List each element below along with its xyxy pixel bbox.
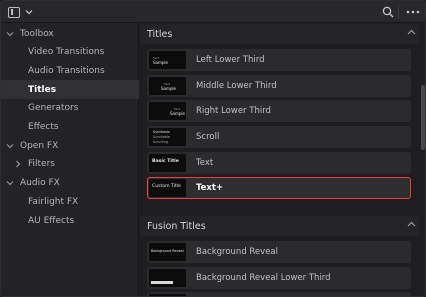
title-item-middle-lower-third[interactable]: Text Sample Middle Lower Third (147, 75, 411, 97)
title-item-text[interactable]: Basic Title Text (147, 152, 411, 174)
title-item-background-reveal-lower-third[interactable]: Background Reveal Lower Third (147, 267, 411, 289)
thumb-text: Synthesis (153, 130, 170, 134)
thumb-text: Scrolling (153, 140, 169, 144)
title-item-right-lower-third[interactable]: Text Sample Right Lower Third (147, 100, 411, 122)
sidebar-item-label: Open FX (20, 140, 59, 151)
search-icon[interactable] (381, 5, 395, 19)
sidebar-item-label: AU Effects (28, 215, 75, 226)
sidebar-item-au-effects[interactable]: AU Effects (1, 211, 139, 230)
section-title: Titles (147, 28, 173, 40)
title-item-name: Left Lower Third (196, 55, 265, 65)
sidebar-item-effects[interactable]: Effects (1, 117, 139, 136)
sidebar-item-label: Audio Transitions (28, 65, 105, 76)
thumb-text: Background Reveal (151, 249, 184, 253)
top-toolbar (1, 1, 425, 23)
toolbar-divider (398, 5, 399, 19)
title-item-partial[interactable] (147, 292, 411, 296)
title-item-left-lower-third[interactable]: Text Sample Left Lower Third (147, 49, 411, 71)
vertical-scrollbar[interactable] (419, 23, 425, 296)
chevron-down-icon[interactable] (24, 5, 34, 19)
title-thumbnail: Text Sample (149, 51, 186, 69)
title-item-name: Scroll (196, 132, 220, 142)
sidebar-item-audio-transitions[interactable]: Audio Transitions (1, 61, 139, 80)
title-item-scroll[interactable]: Synthesis Scrollable Scrolling Scroll (147, 126, 411, 148)
title-thumbnail: Synthesis Scrollable Scrolling (149, 128, 186, 146)
title-thumbnail: Basic Title (149, 154, 186, 172)
section-header-fusion-titles[interactable]: Fusion Titles (140, 216, 419, 236)
thumb-text: Sample (153, 60, 168, 65)
sidebar-item-label: Titles (28, 84, 57, 95)
title-thumbnail: Text Sample (149, 77, 186, 95)
section-title: Fusion Titles (147, 220, 206, 232)
section-header-titles[interactable]: Titles (140, 24, 419, 44)
effects-sidebar: Toolbox Video Transitions Audio Transiti… (1, 23, 139, 296)
chevron-down-icon[interactable] (6, 142, 14, 150)
thumb-text: Custom Title (152, 184, 181, 189)
sidebar-item-video-transitions[interactable]: Video Transitions (1, 42, 139, 61)
sidebar-item-generators[interactable]: Generators (1, 98, 139, 117)
title-item-name: Background Reveal Lower Third (196, 273, 331, 283)
chevron-up-icon[interactable] (407, 29, 417, 39)
sidebar-item-label: Effects (28, 121, 59, 132)
chevron-down-icon[interactable] (6, 179, 14, 187)
title-item-name: Text+ (196, 183, 224, 193)
thumb-text: Scrollable (153, 135, 171, 139)
title-thumbnail: Text Sample (149, 102, 186, 120)
title-thumbnail: Custom Title (149, 179, 186, 197)
sidebar-item-fairlight-fx[interactable]: Fairlight FX (1, 192, 139, 211)
sidebar-item-label: Fairlight FX (28, 196, 79, 207)
chevron-down-icon[interactable] (6, 30, 14, 38)
sidebar-item-label: Toolbox (20, 28, 54, 39)
sidebar-item-audio-fx[interactable]: Audio FX (1, 173, 139, 192)
title-item-name: Background Reveal (196, 247, 278, 257)
thumb-bar (151, 281, 173, 284)
title-item-text-plus[interactable]: Custom Title Text+ (147, 177, 411, 199)
title-thumbnail: Background Reveal (149, 243, 186, 261)
title-item-name: Right Lower Third (196, 106, 271, 116)
chevron-right-icon[interactable] (14, 160, 22, 168)
sidebar-item-titles[interactable]: Titles (1, 80, 139, 99)
sidebar-item-open-fx[interactable]: Open FX (1, 136, 139, 155)
chevron-up-icon[interactable] (407, 221, 417, 231)
effects-library-window: Toolbox Video Transitions Audio Transiti… (0, 0, 426, 297)
sidebar-item-toolbox[interactable]: Toolbox (1, 24, 139, 43)
sidebar-panel-icon[interactable] (7, 5, 21, 19)
more-dots-icon[interactable] (405, 5, 421, 19)
sidebar-item-filters[interactable]: Filters (1, 154, 139, 173)
titles-browser: Titles Text Sample Left Lower Third Text… (140, 23, 425, 296)
sidebar-item-label: Filters (28, 158, 55, 169)
title-thumbnail (149, 269, 186, 287)
sidebar-item-label: Video Transitions (28, 46, 105, 57)
title-item-background-reveal[interactable]: Background Reveal Background Reveal (147, 241, 411, 263)
sidebar-item-label: Generators (28, 102, 79, 113)
thumb-text: Sample (170, 111, 185, 116)
title-item-name: Text (196, 158, 214, 168)
sidebar-item-label: Audio FX (20, 177, 60, 188)
scrollbar-thumb[interactable] (421, 85, 425, 150)
thumb-text: Basic Title (152, 159, 179, 164)
title-item-name: Middle Lower Third (196, 81, 277, 91)
thumb-text: Sample (161, 86, 176, 91)
